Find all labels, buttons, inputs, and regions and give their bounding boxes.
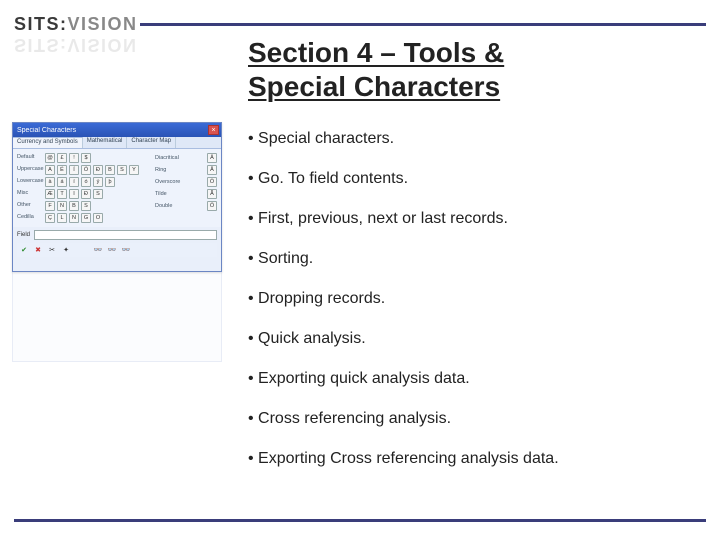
- char-button[interactable]: á: [57, 177, 67, 187]
- bullet-item: Special characters.: [248, 130, 700, 148]
- char-button[interactable]: Ð: [81, 189, 91, 199]
- cut-icon[interactable]: ✂: [47, 245, 57, 255]
- right-label: Overscore: [155, 179, 203, 185]
- char-button[interactable]: £: [57, 153, 67, 163]
- row-label: Default: [17, 155, 45, 161]
- sparkle-icon[interactable]: ✦: [61, 245, 71, 255]
- close-icon[interactable]: ✖: [33, 245, 43, 255]
- binoculars-icon[interactable]: 👓: [121, 245, 131, 255]
- char-button[interactable]: É: [57, 165, 67, 175]
- char-button[interactable]: Ç: [45, 213, 55, 223]
- char-button[interactable]: G: [81, 213, 91, 223]
- right-label: Tilde: [155, 191, 203, 197]
- dialog-tab[interactable]: Character Map: [127, 137, 176, 148]
- dialog-toolbar: ✔ ✖ ✂ ✦ 👓 👓 👓: [17, 243, 217, 257]
- heading-line-2: Special Characters: [248, 71, 500, 102]
- row-label: Lowercase: [17, 179, 45, 185]
- dialog-tab[interactable]: Mathematical: [83, 137, 128, 148]
- logo-colon: :: [60, 14, 68, 34]
- char-row: Cedilla Ç L N G O: [17, 213, 217, 223]
- char-button[interactable]: à: [45, 177, 55, 187]
- char-button[interactable]: L: [57, 213, 67, 223]
- char-button[interactable]: S: [81, 201, 91, 211]
- char-button[interactable]: A: [45, 165, 55, 175]
- bullet-item: Dropping records.: [248, 290, 700, 308]
- char-button[interactable]: Í: [69, 165, 79, 175]
- char-button[interactable]: F: [45, 201, 55, 211]
- brand-logo-reflection: SITS:VISION: [14, 34, 138, 55]
- logo-sits: SITS: [14, 14, 60, 34]
- char-button[interactable]: Ã: [207, 189, 217, 199]
- char-button[interactable]: Ä: [207, 153, 217, 163]
- char-button[interactable]: !: [69, 153, 79, 163]
- dialog-reflection: [12, 272, 222, 362]
- section-heading: Section 4 – Tools & Special Characters: [248, 36, 504, 103]
- char-button[interactable]: ó: [81, 177, 91, 187]
- char-button[interactable]: S: [117, 165, 127, 175]
- char-button[interactable]: Ő: [207, 201, 217, 211]
- char-button[interactable]: O: [93, 213, 103, 223]
- dialog-tabs: Currency and Symbols Mathematical Charac…: [13, 137, 221, 149]
- bullet-item: Go. To field contents.: [248, 170, 700, 188]
- row-label: Uppercase: [17, 167, 45, 173]
- dialog-title: Special Characters: [17, 127, 76, 134]
- binoculars-icon[interactable]: 👓: [107, 245, 117, 255]
- dialog-titlebar: Special Characters ×: [13, 123, 221, 137]
- field-row: Field: [17, 229, 217, 241]
- row-label: Cedilla: [17, 215, 45, 221]
- header-rule: [140, 23, 706, 26]
- char-button[interactable]: N: [69, 213, 79, 223]
- heading-line-1: Section 4 – Tools &: [248, 37, 504, 68]
- bullet-list: Special characters. Go. To field content…: [248, 130, 700, 490]
- right-label: Double: [155, 203, 203, 209]
- char-button[interactable]: ý: [93, 177, 103, 187]
- dialog-tab[interactable]: Currency and Symbols: [13, 137, 83, 148]
- char-button[interactable]: B: [105, 165, 115, 175]
- char-button[interactable]: Ó: [81, 165, 91, 175]
- close-icon[interactable]: ×: [208, 125, 219, 135]
- right-label: Diacritical: [155, 155, 203, 161]
- bullet-item: Cross referencing analysis.: [248, 410, 700, 428]
- char-button[interactable]: I: [69, 189, 79, 199]
- char-button[interactable]: þ: [105, 177, 115, 187]
- field-label: Field: [17, 232, 30, 238]
- logo-vision: VISION: [68, 14, 138, 34]
- char-button[interactable]: í: [69, 177, 79, 187]
- char-button[interactable]: B: [69, 201, 79, 211]
- check-icon[interactable]: ✔: [19, 245, 29, 255]
- char-button[interactable]: N: [57, 201, 67, 211]
- char-button[interactable]: S: [93, 189, 103, 199]
- field-input[interactable]: [34, 230, 217, 240]
- brand-logo: SITS:VISION: [14, 14, 138, 35]
- char-button[interactable]: Å: [207, 165, 217, 175]
- char-button[interactable]: T: [57, 189, 67, 199]
- bullet-item: Exporting Cross referencing analysis dat…: [248, 450, 700, 468]
- right-label: Ring: [155, 167, 203, 173]
- char-button[interactable]: @: [45, 153, 55, 163]
- bullet-item: Quick analysis.: [248, 330, 700, 348]
- dialog-right-column: Diacritical Ä Ring Å Overscore Ō Tilde Ã Dou…: [155, 151, 217, 213]
- char-button[interactable]: Ō: [207, 177, 217, 187]
- char-button[interactable]: Ð: [93, 165, 103, 175]
- char-button[interactable]: Y: [129, 165, 139, 175]
- binoculars-icon[interactable]: 👓: [93, 245, 103, 255]
- char-button[interactable]: Æ: [45, 189, 55, 199]
- special-characters-dialog: Special Characters × Currency and Symbol…: [12, 122, 222, 272]
- bullet-item: Exporting quick analysis data.: [248, 370, 700, 388]
- bullet-item: Sorting.: [248, 250, 700, 268]
- char-button[interactable]: $: [81, 153, 91, 163]
- footer-rule: [14, 519, 706, 522]
- row-label: Other: [17, 203, 45, 209]
- row-label: Misc: [17, 191, 45, 197]
- bullet-item: First, previous, next or last records.: [248, 210, 700, 228]
